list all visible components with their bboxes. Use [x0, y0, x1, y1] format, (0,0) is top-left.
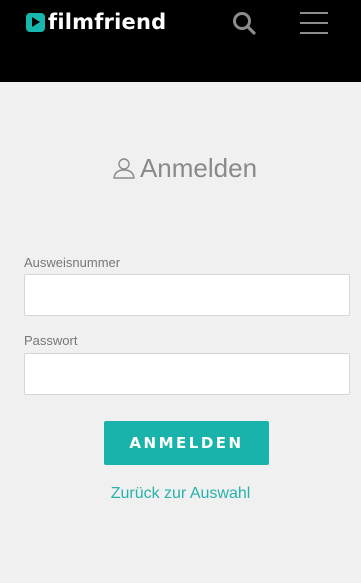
top-navigation-bar: filmfriend — [0, 0, 361, 82]
id-number-input[interactable] — [24, 274, 350, 316]
search-icon[interactable] — [231, 10, 257, 36]
login-submit-button[interactable]: ANMELDEN — [104, 421, 269, 465]
back-to-selection-link[interactable]: Zurück zur Auswahl — [0, 485, 361, 503]
brand-name: filmfriend — [48, 10, 167, 34]
play-logo-icon — [26, 12, 45, 32]
password-input[interactable] — [24, 353, 350, 395]
page-title: Anmelden — [139, 153, 258, 183]
login-heading: Anmelden — [0, 150, 361, 186]
hamburger-menu-icon[interactable] — [300, 11, 328, 35]
id-number-label: Ausweisnummer — [24, 255, 121, 270]
password-label: Passwort — [24, 333, 78, 348]
filmfriend-logo[interactable]: filmfriend — [26, 8, 166, 36]
user-icon — [113, 158, 135, 179]
